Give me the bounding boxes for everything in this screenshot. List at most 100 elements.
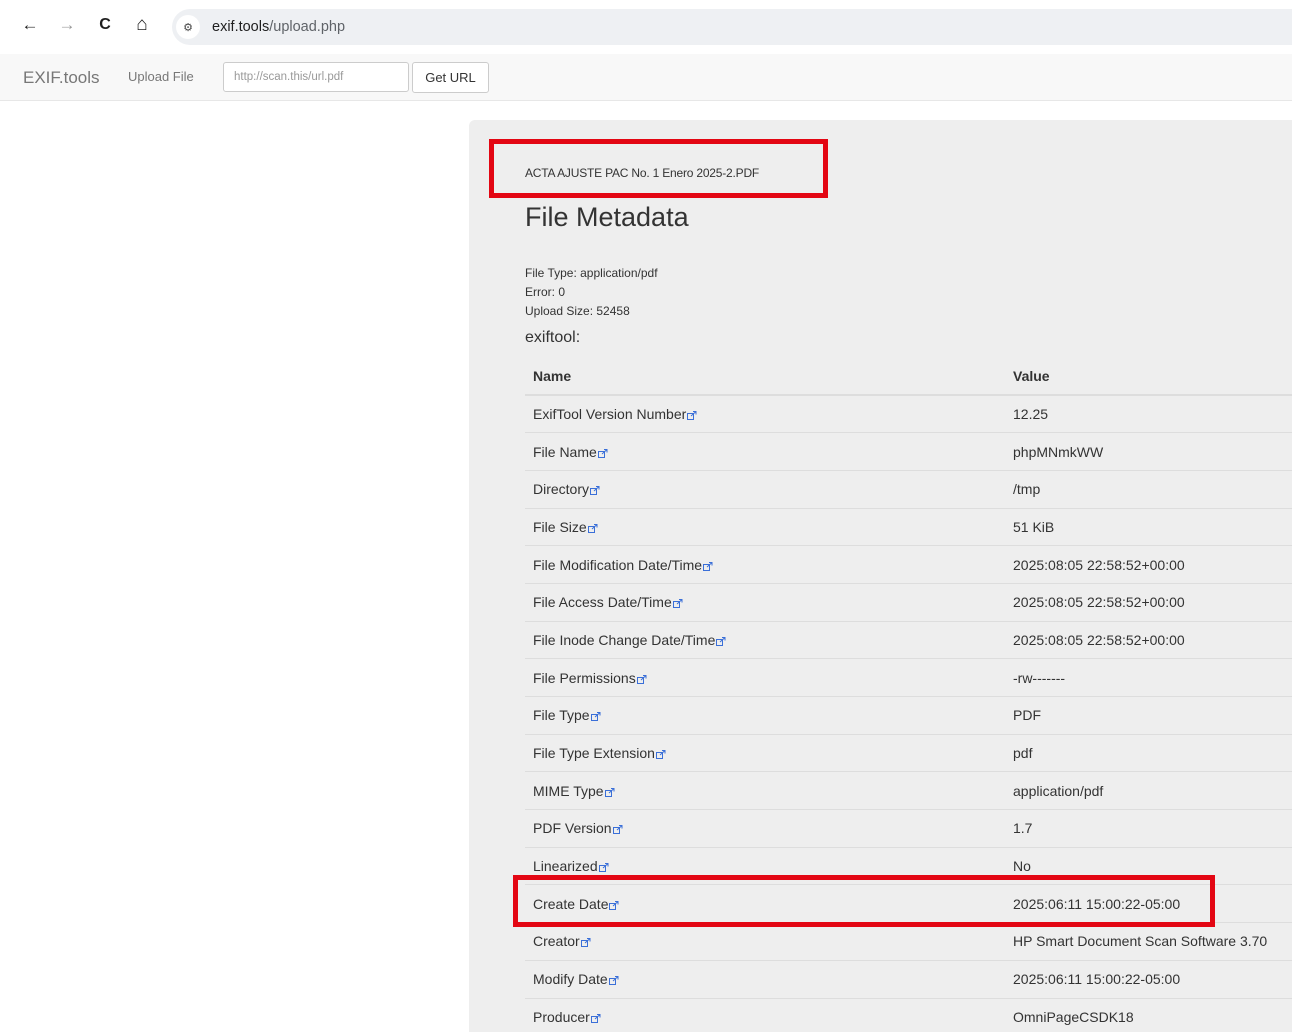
- external-link-icon: [604, 787, 615, 797]
- external-link-icon: [716, 636, 726, 646]
- table-row: Directory/tmp: [525, 469, 1292, 509]
- table-row: File Modification Date/Time 2025:08:05 22…: [525, 545, 1292, 584]
- tag-name-link[interactable]: File Type Extension: [533, 745, 666, 761]
- row-name-cell: Linearized: [525, 846, 1005, 885]
- reload-button[interactable]: C: [94, 14, 116, 36]
- external-link-icon: [609, 900, 619, 910]
- tag-name-link[interactable]: PDF Version: [533, 820, 623, 836]
- table-row: File Name phpMNmkWW: [525, 432, 1292, 471]
- tag-name-link[interactable]: MIME Type: [533, 783, 615, 799]
- row-name-cell: File Inode Change Date/Time: [525, 620, 1005, 659]
- tag-name-label: Linearized: [533, 858, 598, 875]
- tag-name-link[interactable]: File Size: [533, 519, 598, 535]
- table-header-row: Name Value: [525, 358, 1292, 396]
- forward-button[interactable]: →: [56, 14, 78, 36]
- home-icon: ⌂: [136, 14, 148, 35]
- table-row: Modify Date 2025:06:11 15:00:22-05:00: [525, 959, 1292, 998]
- external-link-icon: [590, 486, 600, 496]
- external-link-icon: [655, 750, 666, 760]
- row-value-cell: 51 KiB: [1005, 507, 1292, 546]
- tag-name-label: Producer: [533, 1009, 590, 1026]
- table-row: File Access Date/Time 2025:08:05 22:58:52…: [525, 582, 1292, 622]
- row-name-cell: File Type Extension: [525, 733, 1005, 772]
- tag-name-link[interactable]: File Permissions: [533, 670, 647, 686]
- back-button[interactable]: ←: [19, 14, 41, 36]
- address-bar[interactable]: ⚙ exif.tools/upload.php: [172, 9, 1292, 45]
- tag-name-link[interactable]: File Inode Change Date/Time: [533, 632, 726, 648]
- row-name-cell: File Modification Date/Time: [525, 545, 1005, 584]
- row-value-cell: 1.7: [1005, 809, 1292, 848]
- tag-name-label: File Type: [533, 707, 590, 724]
- table-row: Producer OmniPageCSDK18: [525, 997, 1292, 1032]
- tag-name-link[interactable]: File Name: [533, 444, 608, 460]
- tag-name-label: Create Date: [533, 895, 609, 912]
- tag-name-label: File Access Date/Time: [533, 594, 672, 611]
- external-link-icon: [598, 863, 609, 873]
- row-value-cell: 12.25: [1005, 394, 1292, 433]
- row-name-cell: MIME Type: [525, 771, 1005, 810]
- row-name-cell: ExifTool Version Number: [525, 394, 1005, 433]
- tag-name-label: File Modification Date/Time: [533, 556, 703, 573]
- tag-name-link[interactable]: Producer: [533, 1009, 601, 1025]
- row-value-cell: 2025:06:11 15:00:22-05:00: [1005, 959, 1292, 998]
- tag-name-link[interactable]: File Type: [533, 707, 601, 723]
- row-name-cell: Creator: [525, 922, 1005, 961]
- row-value-cell: -rw-------: [1005, 658, 1292, 697]
- external-link-icon: [587, 523, 598, 533]
- row-name-cell: Directory: [525, 469, 1005, 509]
- tag-name-label: PDF Version: [533, 820, 612, 837]
- tag-name-link[interactable]: ExifTool Version Number: [533, 406, 697, 422]
- tag-name-link[interactable]: Modify Date: [533, 971, 619, 987]
- tag-name-link[interactable]: Linearized: [533, 858, 609, 874]
- row-value-cell: 2025:06:11 15:00:22-05:00: [1005, 884, 1292, 923]
- row-value-cell: application/pdf: [1005, 771, 1292, 810]
- site-info-button[interactable]: ⚙: [176, 15, 200, 39]
- external-link-icon: [590, 712, 601, 722]
- row-value-cell: HP Smart Document Scan Software 3.70: [1005, 922, 1292, 961]
- metadata-table: Name Value ExifTool Version Number 12.25 F…: [525, 358, 1292, 1032]
- table-row: ExifTool Version Number 12.25: [525, 394, 1292, 433]
- browser-toolbar: ← → C ⌂ ⚙ exif.tools/upload.php: [0, 0, 1292, 54]
- table-row: Create Date 2025:06:11 15:00:22-05:00: [525, 884, 1292, 923]
- tag-name-label: File Inode Change Date/Time: [533, 631, 716, 648]
- tag-name-label: Creator: [533, 933, 580, 950]
- tag-name-link[interactable]: Creator: [533, 933, 591, 949]
- row-value-cell: 2025:08:05 22:58:52+00:00: [1005, 545, 1292, 584]
- external-link-icon: [636, 674, 647, 684]
- table-row: File Type Extension pdf: [525, 733, 1292, 772]
- tune-icon: ⚙: [183, 21, 193, 34]
- table-row: File Permissions -rw-------: [525, 658, 1292, 697]
- external-link-icon: [608, 976, 619, 986]
- tag-name-link[interactable]: Directory: [533, 481, 600, 497]
- tag-name-link[interactable]: File Modification Date/Time: [533, 557, 713, 573]
- row-name-cell: File Size: [525, 507, 1005, 546]
- name-column-header: Name: [525, 358, 1005, 396]
- external-link-icon: [687, 411, 697, 421]
- row-name-cell: File Permissions: [525, 658, 1005, 697]
- external-link-icon: [703, 561, 713, 571]
- upload-size-line: Upload Size: 52458: [525, 304, 630, 318]
- home-button[interactable]: ⌂: [131, 14, 153, 36]
- tag-name-label: Modify Date: [533, 971, 608, 988]
- tag-name-link[interactable]: Create Date: [533, 896, 619, 912]
- row-value-cell: OmniPageCSDK18: [1005, 997, 1292, 1032]
- table-row: File Type PDF: [525, 696, 1292, 735]
- table-row: PDF Version 1.7: [525, 809, 1292, 848]
- row-name-cell: Create Date: [525, 884, 1005, 923]
- table-row: Creator HP Smart Document Scan Software 3…: [525, 922, 1292, 961]
- scan-url-input[interactable]: [223, 62, 409, 92]
- row-name-cell: Modify Date: [525, 959, 1005, 998]
- url-text[interactable]: exif.tools/upload.php: [212, 19, 345, 35]
- brand-link[interactable]: EXIF.tools: [23, 68, 100, 88]
- row-name-cell: File Type: [525, 696, 1005, 735]
- table-row: File Size 51 KiB: [525, 507, 1292, 546]
- tag-name-label: File Permissions: [533, 669, 636, 686]
- tag-name-label: File Name: [533, 443, 597, 460]
- row-value-cell: phpMNmkWW: [1005, 432, 1292, 471]
- exiftool-section-label: exiftool:: [525, 329, 581, 346]
- row-name-cell: File Name: [525, 432, 1005, 471]
- uploaded-file-name: ACTA AJUSTE PAC No. 1 Enero 2025-2.PDF: [525, 166, 760, 180]
- tag-name-link[interactable]: File Access Date/Time: [533, 594, 683, 610]
- get-url-button[interactable]: Get URL: [412, 62, 489, 93]
- upload-file-link[interactable]: Upload File: [128, 69, 194, 84]
